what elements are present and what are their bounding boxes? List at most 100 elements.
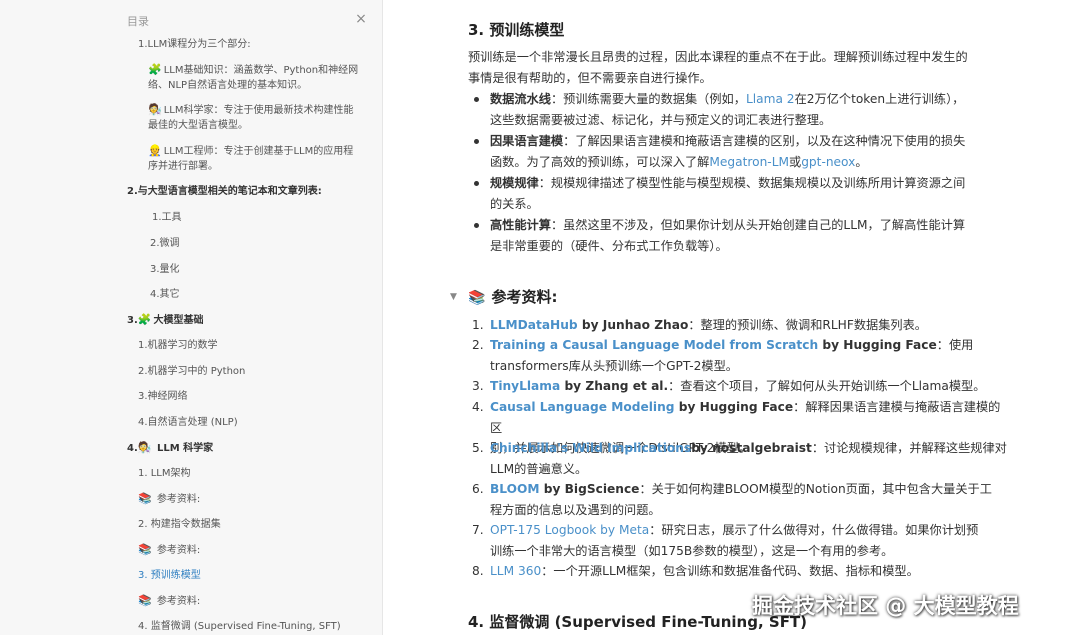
gpt-neox-link[interactable]: gpt-neox — [801, 155, 855, 169]
intro-line: 预训练是一个非常漫长且昂贵的过程，因此本课程的重点不在于此。理解预训练过程中发生… — [468, 50, 968, 64]
toc-item-sft[interactable]: 4. 监督微调 (Supervised Fine-Tuning, SFT) — [138, 619, 341, 634]
toc-item-pretraining-active[interactable]: 3. 预训练模型 — [138, 568, 201, 583]
causal-lm-link[interactable]: Causal Language Modeling — [490, 400, 675, 414]
toc-item-number: 3. — [127, 315, 138, 326]
bullet-term: 规模规律 — [490, 176, 539, 190]
toc-item-math[interactable]: 1.机器学习的数学 — [138, 338, 218, 353]
toc-item-course-parts[interactable]: 1.LLM课程分为三个部分: — [138, 37, 251, 52]
bullet-dot — [474, 139, 479, 144]
bullet-dot — [474, 223, 479, 228]
reference-item: 2. Training a Causal Language Model from… — [472, 335, 1010, 376]
toc-item-llm-architecture[interactable]: 1. LLM架构 — [138, 466, 191, 481]
reference-item: 1. LLMDataHub by Junhao Zhao：整理的预训练、微调和R… — [472, 315, 1010, 336]
reference-number: 7. — [472, 523, 484, 537]
toc-item-finetune[interactable]: 2.微调 — [150, 236, 180, 251]
reference-author: by Junhao Zhao — [577, 318, 689, 332]
scientist-icon: 🧑‍🔬 — [148, 103, 162, 116]
toc-item-label: LLM工程师：专注于创建基于LLM的应用程序并进行部署。 — [148, 146, 354, 172]
opt-logbook-link[interactable]: OPT-175 Logbook by Meta — [490, 523, 649, 537]
bullet-text: 的关系。 — [490, 197, 539, 211]
reference-author: by Hugging Face — [818, 338, 937, 352]
toc-item-number: 4. — [127, 443, 138, 454]
toc-header: 目录 — [127, 15, 149, 28]
reference-number: 2. — [472, 338, 484, 352]
toc-item-llm-scientist[interactable]: 🧑‍🔬 LLM科学家：专注于使用最新技术构建性能最佳的大型语言模型。 — [148, 102, 362, 133]
collapse-arrow-icon[interactable]: ▼ — [450, 292, 457, 302]
chinchilla-link[interactable]: Chinchilla's Wild Implications — [490, 441, 691, 455]
scientist-icon: 🧑‍🔬 — [137, 441, 152, 454]
bullet-text: 。 — [855, 155, 868, 169]
toc-item-quantize[interactable]: 3.量化 — [150, 262, 180, 277]
intro-line: 事情是很有帮助的，但不需要亲自进行操作。 — [468, 71, 712, 85]
toc-item-references[interactable]: 📚 参考资料: — [138, 542, 200, 558]
megatron-link[interactable]: Megatron-LM — [709, 155, 789, 169]
toc-item-label: 参考资料: — [156, 494, 201, 505]
bullet-term: 数据流水线 — [490, 92, 551, 106]
watermark: 掘金技术社区 @ 大模型教程 — [752, 594, 1019, 618]
bullet-hpc: 高性能计算：虽然这里不涉及，但如果你计划从头开始创建自己的LLM，了解高性能计算… — [474, 215, 1010, 257]
close-icon[interactable]: × — [354, 12, 368, 26]
toc-item-references[interactable]: 📚 参考资料: — [138, 491, 200, 507]
reference-desc: LLM的普遍意义。 — [490, 461, 588, 476]
reference-desc: ：关于如何构建BLOOM模型的Notion页面，其中包含大量关于工 — [639, 482, 992, 496]
toc-item-llm-fundamentals[interactable]: 3.🧩 大模型基础 — [127, 312, 203, 328]
references-label: 参考资料: — [491, 288, 558, 306]
toc-item-tools[interactable]: 1.工具 — [152, 210, 182, 225]
toc-item-other[interactable]: 4.其它 — [150, 287, 180, 302]
tinyllama-link[interactable]: TinyLlama — [490, 379, 560, 393]
reference-item: 8. LLM 360：一个开源LLM框架，包含训练和数据准备代码、数据、指标和模… — [472, 561, 1010, 582]
reference-author: by nostalgebraist — [691, 441, 812, 455]
section-title-pretraining: 3. 预训练模型 — [468, 21, 565, 39]
reference-desc: ：整理的预训练、微调和RLHF数据集列表。 — [688, 318, 927, 332]
bullet-scaling-laws: 规模规律：规模规律描述了模型性能与模型规模、数据集规模以及训练所用计算资源之间 … — [474, 173, 1010, 215]
llama2-link[interactable]: Llama 2 — [746, 92, 795, 106]
intro-paragraph: 预训练是一个非常漫长且昂贵的过程，因此本课程的重点不在于此。理解预训练过程中发生… — [468, 47, 1008, 89]
training-clm-link[interactable]: Training a Causal Language Model from Sc… — [490, 338, 818, 352]
references-title: 📚 参考资料: — [468, 286, 557, 307]
reference-author: by Zhang et al. — [560, 379, 669, 393]
bullet-text: ：了解因果语言建模和掩蔽语言建模的区别，以及在这种情况下使用的损失 — [563, 134, 966, 148]
article-content: 3. 预训练模型 预训练是一个非常漫长且昂贵的过程，因此本课程的重点不在于此。理… — [384, 0, 1080, 635]
reference-desc: 训练一个非常大的语言模型（如175B参数的模型），这是一个有用的参考。 — [490, 543, 894, 558]
bullet-text: 这些数据需要被过滤、标记化，并与预定义的词汇表进行整理。 — [490, 113, 832, 127]
reference-desc: ：研究日志，展示了什么做得对，什么做得错。如果你计划预 — [649, 523, 979, 537]
reference-author: by BigScience — [539, 482, 640, 496]
reference-item: 3. TinyLlama by Zhang et al.：查看这个项目，了解如何… — [472, 376, 1010, 397]
books-icon: 📚 — [138, 492, 152, 505]
toc-item-llm-basics[interactable]: 🧩 LLM基础知识：涵盖数学、Python和神经网络、NLP自然语言处理的基本知识… — [148, 62, 362, 93]
reference-desc: ：一个开源LLM框架，包含训练和数据准备代码、数据、指标和模型。 — [541, 564, 919, 578]
puzzle-icon: 🧩 — [137, 313, 152, 326]
llm360-link[interactable]: LLM 360 — [490, 564, 541, 578]
bullet-data-pipeline: 数据流水线：预训练需要大量的数据集（例如，Llama 2在2万亿个token上进… — [474, 89, 1010, 131]
toc-item-llm-scientist-section[interactable]: 4.🧑‍🔬 LLM 科学家 — [127, 440, 213, 456]
reference-desc: 程方面的信息以及遇到的问题。 — [490, 502, 661, 517]
bullet-text: 是非常重要的（硬件、分布式工作负载等）。 — [490, 239, 728, 253]
toc-item-label: LLM基础知识：涵盖数学、Python和神经网络、NLP自然语言处理的基本知识。 — [148, 65, 359, 91]
reference-desc: ：查看这个项目，了解如何从头开始训练一个Llama模型。 — [668, 379, 986, 393]
reference-item: 7. OPT-175 Logbook by Meta：研究日志，展示了什么做得对… — [472, 520, 1010, 561]
bullet-term: 高性能计算 — [490, 218, 551, 232]
toc-item-llm-engineer[interactable]: 👷 LLM工程师：专注于创建基于LLM的应用程序并进行部署。 — [148, 143, 362, 174]
toc-item-python[interactable]: 2.机器学习中的 Python — [138, 364, 245, 379]
toc-item-instruction-dataset[interactable]: 2. 构建指令数据集 — [138, 517, 221, 532]
bullet-text: ：规模规律描述了模型性能与模型规模、数据集规模以及训练所用计算资源之间 — [538, 176, 966, 190]
toc-sidebar: 目录 × 1.LLM课程分为三个部分: 🧩 LLM基础知识：涵盖数学、Python… — [0, 0, 383, 635]
bloom-link[interactable]: BLOOM — [490, 482, 539, 496]
toc-item-neural-nets[interactable]: 3.神经网络 — [138, 389, 188, 404]
reference-number: 6. — [472, 482, 484, 496]
bullet-text: 函数。为了高效的预训练，可以深入了解 — [490, 155, 710, 169]
toc-item-references[interactable]: 📚 参考资料: — [138, 593, 200, 609]
reference-number: 4. — [472, 400, 484, 414]
toc-item-notebooks[interactable]: 2.与大型语言模型相关的笔记本和文章列表: — [127, 184, 322, 199]
reference-desc: ：使用 — [936, 338, 974, 352]
llmdatahub-link[interactable]: LLMDataHub — [490, 318, 578, 332]
reference-item: 5. Chinchilla's Wild Implicationsby nost… — [472, 438, 1010, 479]
books-icon: 📚 — [138, 594, 152, 607]
reference-author: by Hugging Face — [674, 400, 794, 414]
toc-item-label: 参考资料: — [156, 545, 201, 556]
bullet-term: 因果语言建模 — [490, 134, 564, 148]
reference-desc: ：讨论规模规律，并解释这些规律对 — [811, 441, 1007, 455]
bullet-text: ：虽然这里不涉及，但如果你计划从头开始创建自己的LLM，了解高性能计算 — [550, 218, 966, 232]
bullet-causal-lm: 因果语言建模：了解因果语言建模和掩蔽语言建模的区别，以及在这种情况下使用的损失 … — [474, 131, 1010, 173]
toc-item-nlp[interactable]: 4.自然语言处理 (NLP) — [138, 415, 238, 430]
